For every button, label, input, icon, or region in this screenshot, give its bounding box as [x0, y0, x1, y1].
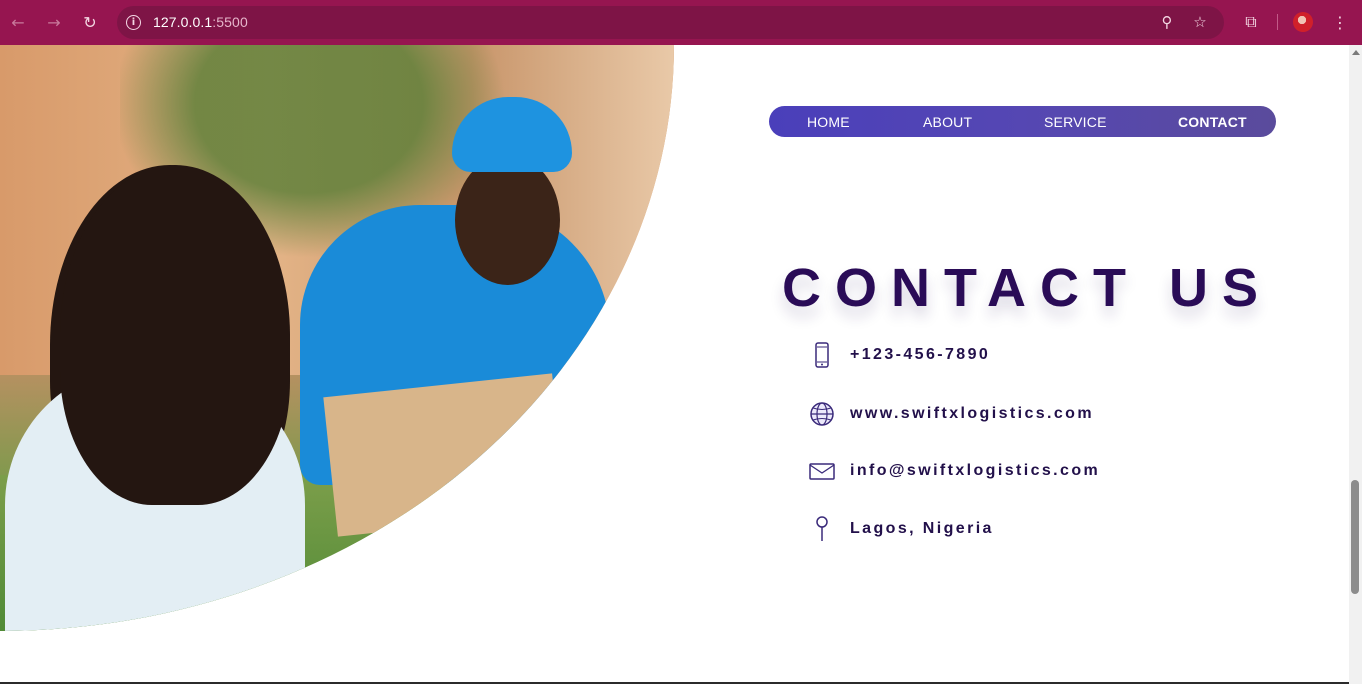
location-pin-icon: [808, 515, 836, 543]
contact-email: info@swiftxlogistics.com: [808, 456, 1098, 486]
bookmark-star-icon[interactable]: ☆: [1191, 13, 1209, 31]
scrollbar-thumb[interactable]: [1351, 480, 1359, 594]
page: HOME ABOUT SERVICE CONTACT CONTACT US +1…: [0, 45, 1349, 684]
contact-location: Lagos, Nigeria: [808, 514, 991, 544]
phone-icon: [808, 341, 836, 369]
main-nav: HOME ABOUT SERVICE CONTACT: [769, 106, 1276, 137]
info-icon[interactable]: i: [126, 15, 141, 30]
mail-icon: [808, 457, 836, 485]
delivery-man-with-customer-photo: [0, 45, 674, 631]
reload-icon[interactable]: ↻: [79, 11, 101, 33]
page-title: CONTACT US: [782, 258, 1272, 318]
location-text: Lagos, Nigeria: [850, 520, 994, 537]
page-scrollbar[interactable]: [1349, 45, 1362, 684]
url-host: 127.0.0.1: [153, 14, 213, 30]
nav-home[interactable]: HOME: [807, 114, 850, 130]
url-text[interactable]: 127.0.0.1:5500: [153, 14, 248, 30]
address-bar[interactable]: i 127.0.0.1:5500 ⚲ ☆: [117, 6, 1224, 39]
nav-contact[interactable]: CONTACT: [1178, 114, 1247, 130]
browser-toolbar: ← → ↻ i 127.0.0.1:5500 ⚲ ☆ ⧉ ⋮: [0, 0, 1362, 45]
email-link[interactable]: info@swiftxlogistics.com: [850, 462, 1100, 480]
nav-about[interactable]: ABOUT: [923, 114, 972, 130]
nav-service[interactable]: SERVICE: [1044, 114, 1107, 130]
profile-avatar[interactable]: [1293, 12, 1313, 32]
scroll-up-arrow-icon[interactable]: [1352, 50, 1360, 55]
arrow-right-icon[interactable]: →: [43, 11, 65, 33]
url-port: :5500: [212, 14, 248, 30]
arrow-left-icon[interactable]: ←: [7, 11, 29, 33]
globe-icon: [808, 400, 836, 428]
kebab-menu-icon[interactable]: ⋮: [1329, 11, 1351, 33]
toolbar-divider: [1277, 14, 1278, 30]
website-link[interactable]: www.swiftxlogistics.com: [850, 405, 1094, 423]
contact-phone: +123-456-7890: [808, 340, 988, 370]
contact-website: www.swiftxlogistics.com: [808, 399, 1092, 429]
extensions-icon[interactable]: ⧉: [1240, 11, 1262, 33]
zoom-icon[interactable]: ⚲: [1158, 13, 1176, 31]
phone-number[interactable]: +123-456-7890: [850, 346, 990, 364]
